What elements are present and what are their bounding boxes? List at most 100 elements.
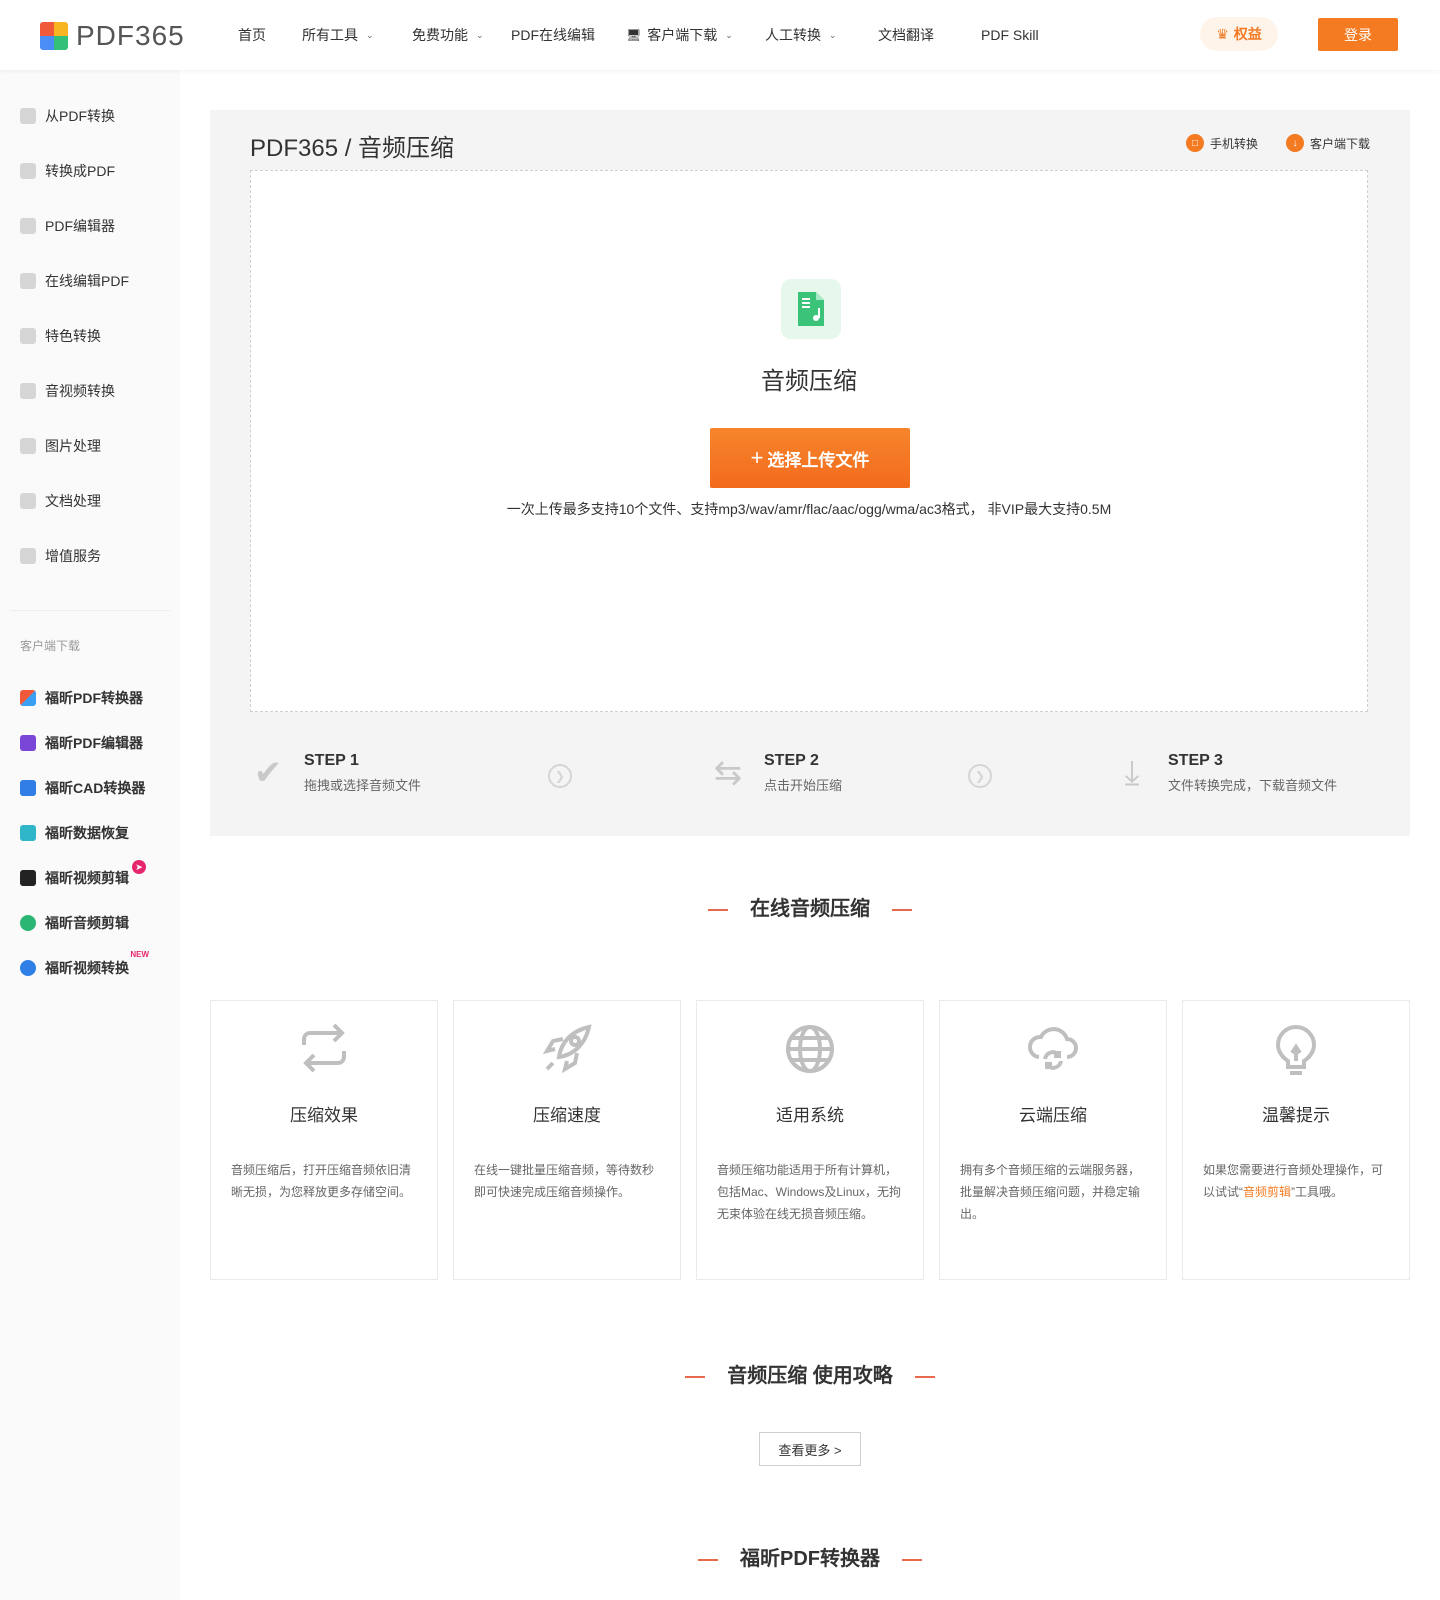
- top-header: PDF365 首页 所有工具 ⌄ 免费功能 ⌄ PDF在线编辑 🖥 客户端下载 ⌄ 人工…: [0, 0, 1440, 70]
- title-dash: [902, 1558, 922, 1561]
- feature-card-cloud: 云端压缩 拥有多个音频压缩的云端服务器，批量解决音频压缩问题，并稳定输出。: [939, 1000, 1167, 1280]
- upload-label: 选择上传文件: [767, 450, 870, 470]
- feature-card-system: 适用系统 音频压缩功能适用于所有计算机，包括Mac、Windows及Linux，…: [696, 1000, 924, 1280]
- app-link-pdf-converter[interactable]: 福昕PDF转换器: [20, 688, 143, 708]
- nav-item-home[interactable]: 首页: [238, 25, 266, 45]
- nav-item-pdf-online-edit[interactable]: PDF在线编辑: [511, 25, 595, 45]
- section-title-text: 音频压缩 使用攻略: [727, 1365, 893, 1387]
- data-recovery-app-icon: [20, 825, 36, 841]
- sidebar-download-heading: 客户端下载: [20, 639, 81, 653]
- section-title-text: 福昕PDF转换器: [740, 1548, 880, 1570]
- card-desc: 如果您需要进行音频处理操作，可以试试“音频剪辑”工具哦。: [1203, 1159, 1389, 1203]
- nav-label: 客户端下载: [647, 27, 718, 43]
- image-process-icon: [20, 438, 36, 454]
- step-title: STEP 1: [304, 752, 359, 769]
- check-icon: ✔: [253, 754, 283, 792]
- pdf-converter-app-icon: [20, 690, 36, 706]
- title-dash: [892, 908, 912, 911]
- app-label: 福昕视频转换: [45, 960, 129, 976]
- to-pdf-icon: [20, 163, 36, 179]
- app-label: 福昕音频剪辑: [45, 915, 129, 931]
- av-convert-icon: [20, 383, 36, 399]
- audio-editor-app-icon: [20, 915, 36, 931]
- upload-dropzone[interactable]: 音频压缩 + 选择上传文件 一次上传最多支持10个文件、支持mp3/wav/amr…: [250, 170, 1368, 712]
- sidebar: 从PDF转换 转换成PDF PDF编辑器 在线编辑PDF 特色转换 音视频转换 …: [0, 70, 180, 1600]
- step-1: ✔ STEP 1 拖拽或选择音频文件: [250, 752, 421, 794]
- download-circle-icon: ↓: [1285, 134, 1304, 152]
- chevron-down-icon: ⌄: [829, 29, 837, 40]
- logo-text: PDF365: [76, 20, 185, 51]
- sidebar-item-label: 图片处理: [45, 438, 101, 454]
- audio-file-icon: [781, 279, 841, 339]
- sidebar-item-online-edit[interactable]: 在线编辑PDF: [20, 271, 129, 291]
- step-title: STEP 2: [764, 752, 819, 769]
- phone-icon: □: [1185, 134, 1204, 152]
- nav-label: 文档翻译: [878, 27, 934, 43]
- app-label: 福昕PDF编辑器: [45, 735, 143, 751]
- nav-item-manual-convert[interactable]: 人工转换 ⌄: [765, 25, 837, 45]
- section-title-online: 在线音频压缩: [210, 892, 1410, 921]
- sidebar-item-label: 文档处理: [45, 493, 101, 509]
- sidebar-item-label: 转换成PDF: [45, 163, 115, 179]
- app-link-audio-editor[interactable]: 福昕音频剪辑: [20, 913, 129, 933]
- sidebar-item-av-convert[interactable]: 音视频转换: [20, 381, 115, 401]
- chevron-down-icon: ⌄: [476, 29, 484, 40]
- video-converter-app-icon: [20, 960, 36, 976]
- nav-label: 人工转换: [765, 27, 821, 43]
- sidebar-item-image-process[interactable]: 图片处理: [20, 436, 101, 456]
- online-edit-icon: [20, 273, 36, 289]
- app-label: 福昕视频剪辑: [45, 870, 129, 886]
- login-button[interactable]: 登录: [1318, 18, 1398, 51]
- nav-item-client-download[interactable]: 🖥 客户端下载 ⌄: [626, 25, 733, 45]
- app-label: 福昕数据恢复: [45, 825, 129, 841]
- client-download-link[interactable]: ↓ 客户端下载: [1285, 134, 1370, 152]
- app-link-pdf-editor[interactable]: 福昕PDF编辑器: [20, 733, 143, 753]
- nav-item-free-features[interactable]: 免费功能 ⌄: [412, 25, 484, 45]
- swap-icon: ⇆: [713, 754, 743, 792]
- sidebar-item-label: 增值服务: [45, 548, 101, 564]
- nav-item-pdf-skill[interactable]: PDF Skill: [981, 27, 1039, 43]
- card-desc-text: ”工具哦。: [1291, 1185, 1344, 1199]
- mobile-convert-link[interactable]: □ 手机转换: [1185, 134, 1258, 152]
- sidebar-item-pdf-editor[interactable]: PDF编辑器: [20, 216, 115, 236]
- view-more-button[interactable]: 查看更多 >: [759, 1432, 861, 1466]
- title-dash: [708, 908, 728, 911]
- tool-panel: PDF365 / 音频压缩 □ 手机转换 ↓ 客户端下载 音频压缩 + 选择上传文件 …: [210, 110, 1410, 836]
- card-title: 压缩效果: [290, 1106, 358, 1125]
- sidebar-item-to-pdf[interactable]: 转换成PDF: [20, 161, 115, 181]
- app-label: 福昕CAD转换器: [45, 780, 146, 796]
- nav-label: 所有工具: [302, 27, 358, 43]
- upload-tip: 一次上传最多支持10个文件、支持mp3/wav/amr/flac/aac/ogg…: [506, 501, 1112, 517]
- page-title: PDF365 / 音频压缩: [250, 135, 455, 162]
- benefits-button[interactable]: ♛ 权益: [1200, 17, 1278, 51]
- cad-converter-app-icon: [20, 780, 36, 796]
- app-link-data-recovery[interactable]: 福昕数据恢复: [20, 823, 129, 843]
- sidebar-item-label: 在线编辑PDF: [45, 273, 129, 289]
- pdf-convert-icon: [20, 108, 36, 124]
- special-convert-icon: [20, 328, 36, 344]
- step-desc: 文件转换完成，下载音频文件: [1168, 778, 1338, 793]
- benefits-label: 权益: [1233, 26, 1262, 42]
- sidebar-item-document-process[interactable]: 文档处理: [20, 491, 101, 511]
- sidebar-item-value-added[interactable]: 增值服务: [20, 546, 101, 566]
- feature-card-speed: 压缩速度 在线一键批量压缩音频，等待数秒即可快速完成压缩音频操作。: [453, 1000, 681, 1280]
- chevron-down-icon: ⌄: [366, 29, 374, 40]
- upload-file-button[interactable]: + 选择上传文件: [710, 428, 910, 488]
- logo[interactable]: PDF365: [40, 20, 185, 52]
- nav-item-all-tools[interactable]: 所有工具 ⌄: [302, 25, 374, 45]
- app-link-video-converter[interactable]: 福昕视频转换 NEW: [20, 950, 149, 978]
- app-link-cad-converter[interactable]: 福昕CAD转换器: [20, 778, 145, 798]
- sidebar-item-from-pdf[interactable]: 从PDF转换: [20, 106, 115, 126]
- nav-label: 首页: [238, 27, 266, 43]
- sidebar-item-special-convert[interactable]: 特色转换: [20, 326, 101, 346]
- nav-item-doc-translate[interactable]: 文档翻译: [878, 25, 934, 45]
- logo-mark-icon: [40, 22, 68, 50]
- pdf-editor-app-icon: [20, 735, 36, 751]
- value-added-icon: [20, 548, 36, 564]
- card-desc: 在线一键批量压缩音频，等待数秒即可快速完成压缩音频操作。: [474, 1163, 655, 1199]
- section-title-guide: 音频压缩 使用攻略: [210, 1359, 1410, 1388]
- sidebar-item-label: PDF编辑器: [45, 218, 115, 234]
- download-icon: ⤓: [1124, 753, 1140, 792]
- audio-editor-link[interactable]: 音频剪辑: [1243, 1185, 1291, 1199]
- app-link-video-editor[interactable]: 福昕视频剪辑 ➤: [20, 860, 146, 888]
